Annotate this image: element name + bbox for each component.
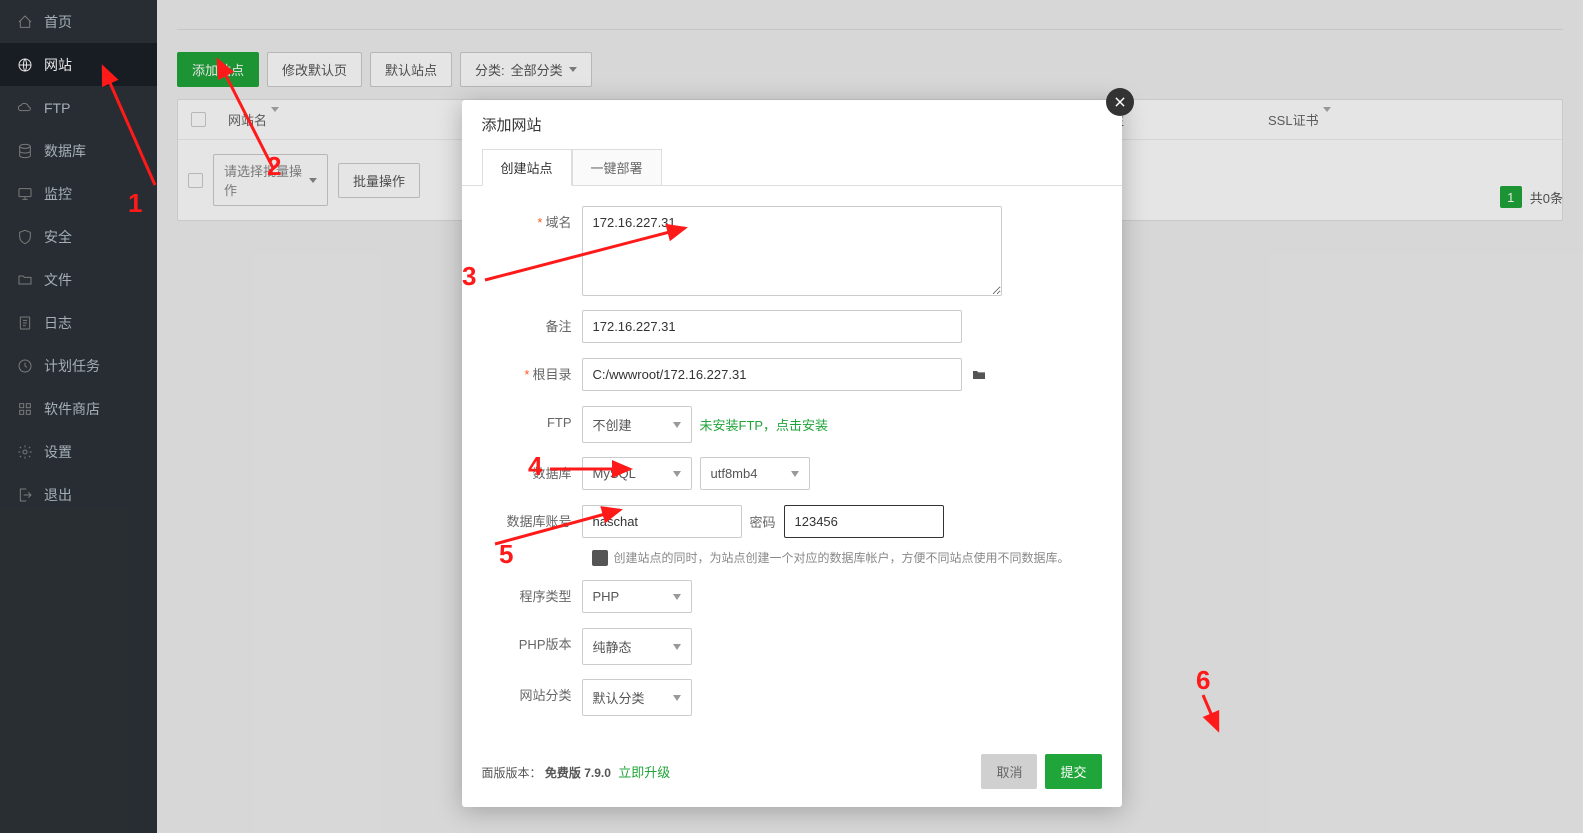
domain-input[interactable] — [582, 206, 1002, 296]
add-website-dialog: 添加网站 创建站点 一键部署 *域名 备注 *根目录 FTP — [462, 100, 1122, 807]
label-category: 网站分类 — [519, 688, 571, 703]
dialog-tabs: 创建站点 一键部署 — [462, 149, 1122, 186]
root-dir-input[interactable] — [582, 358, 962, 391]
close-button[interactable] — [1106, 88, 1134, 116]
db-password-input[interactable] — [784, 505, 944, 538]
modal-overlay: 添加网站 创建站点 一键部署 *域名 备注 *根目录 FTP — [0, 0, 1583, 833]
ftp-install-link[interactable]: 未安装FTP，点击安装 — [700, 415, 829, 434]
hint-icon — [592, 550, 608, 566]
label-ftp: FTP — [547, 415, 572, 430]
label-program: 程序类型 — [519, 589, 571, 604]
ftp-select[interactable]: 不创建 — [582, 406, 692, 443]
label-root: 根目录 — [532, 367, 571, 382]
db-type-select[interactable]: MySQL — [582, 457, 692, 490]
db-user-input[interactable] — [582, 505, 742, 538]
label-domain: 域名 — [545, 215, 571, 230]
dialog-body: *域名 备注 *根目录 FTP 不创建 未安装FTP，点击安装 — [462, 185, 1122, 740]
dialog-footer: 面版版本： 免费版 7.9.0 立即升级 取消 提交 — [462, 740, 1122, 807]
cancel-button[interactable]: 取消 — [981, 754, 1037, 789]
close-icon — [1113, 95, 1127, 109]
program-type-select[interactable]: PHP — [582, 580, 692, 613]
label-db: 数据库 — [532, 466, 571, 481]
label-php-version: PHP版本 — [519, 637, 572, 652]
browse-folder-icon[interactable] — [970, 367, 988, 383]
php-version-select[interactable]: 纯静态 — [582, 628, 692, 665]
upgrade-link[interactable]: 立即升级 — [618, 765, 670, 780]
label-note: 备注 — [545, 319, 571, 334]
submit-button[interactable]: 提交 — [1045, 754, 1101, 789]
db-charset-select[interactable]: utf8mb4 — [700, 457, 810, 490]
note-input[interactable] — [582, 310, 962, 343]
tab-one-click-deploy[interactable]: 一键部署 — [572, 149, 662, 186]
site-category-select[interactable]: 默认分类 — [582, 679, 692, 716]
dialog-title: 添加网站 — [462, 100, 1122, 149]
db-hint: 创建站点的同时，为站点创建一个对应的数据库帐户，方便不同站点使用不同数据库。 — [592, 549, 1102, 566]
label-password: 密码 — [750, 512, 776, 531]
tab-create-site[interactable]: 创建站点 — [482, 149, 572, 186]
label-db-account: 数据库账号 — [506, 514, 571, 529]
version-info: 面版版本： 免费版 7.9.0 立即升级 — [482, 762, 671, 781]
